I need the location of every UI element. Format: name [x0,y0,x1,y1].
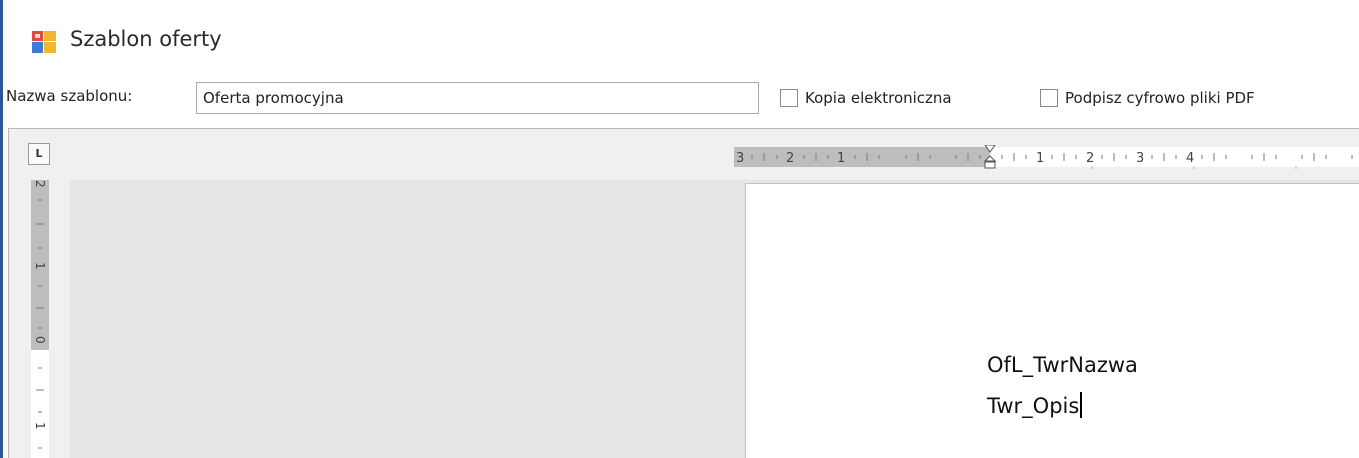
ruler-label: 1 [33,262,47,270]
electronic-copy-label: Kopia elektroniczna [805,89,952,107]
ruler-label: 4 [1186,151,1194,166]
document-text-line[interactable]: Twr_Opis [987,392,1083,418]
horizontal-ruler[interactable]: 3 2 1 1 2 3 4 [734,145,1359,169]
ruler-label: 1 [837,151,845,166]
ruler-label: 1 [33,422,47,430]
ruler-label: 2 [786,151,794,166]
checkbox-box[interactable] [1040,89,1058,107]
template-form-icon [32,31,56,53]
document-text-line[interactable]: OfL_TwrNazwa [987,353,1138,377]
electronic-copy-checkbox[interactable]: Kopia elektroniczna [780,82,952,114]
window-title: Szablon oferty [70,27,222,51]
text-caret [1080,392,1083,418]
vertical-ruler[interactable]: 2 1 0 1 [31,180,49,458]
template-name-input[interactable] [196,82,759,114]
template-name-label: Nazwa szablonu: [6,87,133,105]
checkbox-box[interactable] [780,89,798,107]
ruler-label: 3 [1136,151,1144,166]
field-placeholder-text: Twr_Opis [987,394,1080,418]
ruler-label: 3 [736,151,744,166]
sign-pdf-label: Podpisz cyfrowo pliki PDF [1065,89,1255,107]
field-placeholder-text: OfL_TwrNazwa [987,353,1138,377]
sign-pdf-checkbox[interactable]: Podpisz cyfrowo pliki PDF [1040,82,1255,114]
ruler-label: 1 [1036,151,1044,166]
ruler-label: 0 [33,336,47,344]
tab-stop-left-icon[interactable]: L [28,143,50,165]
ruler-label: 2 [1086,151,1094,166]
ruler-label: 2 [33,180,47,188]
title-bar: Szablon oferty [3,0,1359,82]
